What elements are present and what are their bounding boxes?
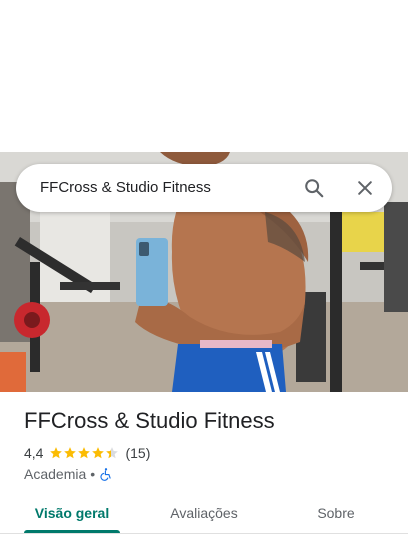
search-icon[interactable] (302, 176, 326, 200)
tab-reviews[interactable]: Avaliações (155, 494, 253, 534)
place-tabs: Visão geral Avaliações Sobre (0, 494, 408, 536)
category-row: Academia • (24, 464, 113, 484)
place-title: FFCross & Studio Fitness (24, 408, 275, 433)
star-icon (106, 447, 119, 459)
top-blank-area (0, 0, 408, 152)
place-category: Academia (24, 466, 87, 482)
close-icon[interactable] (353, 176, 377, 200)
star-icon (50, 447, 63, 459)
wheelchair-icon (99, 467, 113, 481)
star-icon (92, 447, 105, 459)
tabs-divider (0, 533, 408, 534)
star-icon (78, 447, 91, 459)
review-count[interactable]: (15) (125, 445, 150, 461)
tab-about[interactable]: Sobre (300, 494, 372, 534)
rating-value: 4,4 (24, 445, 44, 461)
tab-overview[interactable]: Visão geral (24, 494, 120, 534)
search-query[interactable]: FFCross & Studio Fitness (40, 164, 211, 212)
search-bar[interactable]: FFCross & Studio Fitness (16, 164, 392, 212)
star-rating (49, 446, 119, 460)
star-icon (64, 447, 77, 459)
rating-row[interactable]: 4,4 (15) (24, 443, 150, 463)
separator-dot: • (90, 466, 96, 482)
